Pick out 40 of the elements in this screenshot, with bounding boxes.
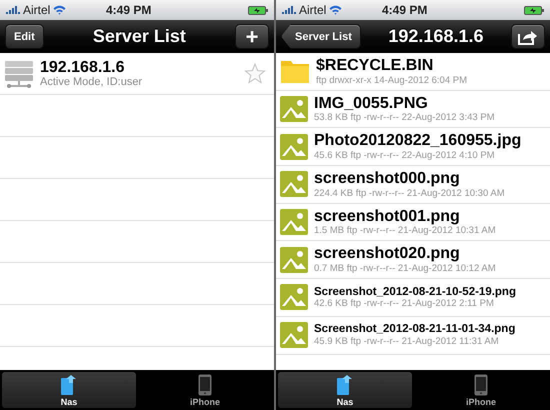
file-row[interactable]: screenshot001.png 1.5 MB ftp -rw-r--r-- 21-Aug-2012 10:31 AM	[276, 204, 550, 242]
file-details: ftp drwxr-xr-x 14-Aug-2012 6:04 PM	[316, 74, 468, 86]
server-details: Active Mode, ID:user	[40, 76, 144, 88]
file-details: 45.6 KB ftp -rw-r--r-- 22-Aug-2012 4:10 PM	[314, 150, 496, 162]
carrier-name: Airtel	[23, 3, 50, 17]
file-row[interactable]: Screenshot_2012-08-21-10-52-19.png 42.6 KB ftp -rw-r--r-- 21-Aug-2012 2:11 PM	[276, 279, 550, 317]
file-row[interactable]: screenshot000.png 224.4 KB ftp -rw-r--r-- 21-Aug-2012 10:30 AM	[276, 166, 550, 204]
file-details: 42.6 KB ftp -rw-r--r-- 21-Aug-2012 2:11 PM	[314, 298, 495, 310]
add-button[interactable]: +	[235, 24, 269, 49]
server-name: 192.168.1.6	[40, 58, 126, 76]
file-row[interactable]: $RECYCLE.BIN ftp drwxr-xr-x 14-Aug-2012 6:04 PM	[276, 53, 550, 91]
file-row[interactable]: screenshot020.png 0.7 MB ftp -rw-r--r-- 21-Aug-2012 10:12 AM	[276, 241, 550, 280]
status-time: 4:49 PM	[105, 3, 152, 17]
file-name: IMG_0055.PNG	[314, 94, 429, 112]
file-name: Screenshot_2012-08-21-11-01-34.png	[314, 323, 516, 336]
file-row[interactable]: Photo20120822_160955.jpg 45.6 KB ftp -rw-r--r-- 22-Aug-2012 4:10 PM	[276, 128, 550, 166]
file-name: $RECYCLE.BIN	[316, 57, 434, 75]
back-button[interactable]: Server List	[281, 24, 361, 49]
file-row[interactable]: IMG_0055.PNG 53.8 KB ftp -rw-r--r-- 22-Aug-2012 3:43 PM	[276, 90, 550, 128]
file-details: 53.8 KB ftp -rw-r--r-- 22-Aug-2012 3:43 PM	[314, 112, 496, 124]
nav-title: Server List	[92, 26, 187, 47]
file-details: 45.9 KB ftp -rw-r--r-- 21-Aug-2012 11:31 AM	[314, 336, 500, 347]
edit-button[interactable]: Edit	[5, 24, 44, 49]
file-name: Photo20120822_160955.jpg	[314, 132, 522, 150]
nav-title: 192.168.1.6	[387, 26, 484, 47]
tab[interactable]: Nas	[278, 372, 412, 408]
tab[interactable]: iPhone	[414, 372, 548, 408]
file-name: screenshot001.png	[314, 208, 461, 226]
file-details: 1.5 MB ftp -rw-r--r-- 21-Aug-2012 10:31 AM	[314, 225, 497, 236]
file-name: screenshot020.png	[314, 245, 461, 264]
tab[interactable]: Nas	[2, 372, 136, 408]
file-details: 224.4 KB ftp -rw-r--r-- 21-Aug-2012 10:30 AM	[314, 188, 506, 199]
server-row[interactable]: 192.168.1.6 Active Mode, ID:user	[0, 53, 274, 95]
file-details: 0.7 MB ftp -rw-r--r-- 21-Aug-2012 10:12 AM	[314, 263, 497, 274]
file-name: Screenshot_2012-08-21-10-52-19.png	[314, 286, 517, 298]
carrier-name: Airtel	[299, 3, 326, 17]
file-row[interactable]: Screenshot_2012-08-21-11-01-34.png 45.9 KB ftp -rw-r--r-- 21-Aug-2012 11:31 AM	[276, 316, 550, 354]
tab[interactable]: iPhone	[138, 372, 272, 408]
file-name: screenshot000.png	[314, 170, 461, 188]
status-time: 4:49 PM	[381, 3, 428, 17]
